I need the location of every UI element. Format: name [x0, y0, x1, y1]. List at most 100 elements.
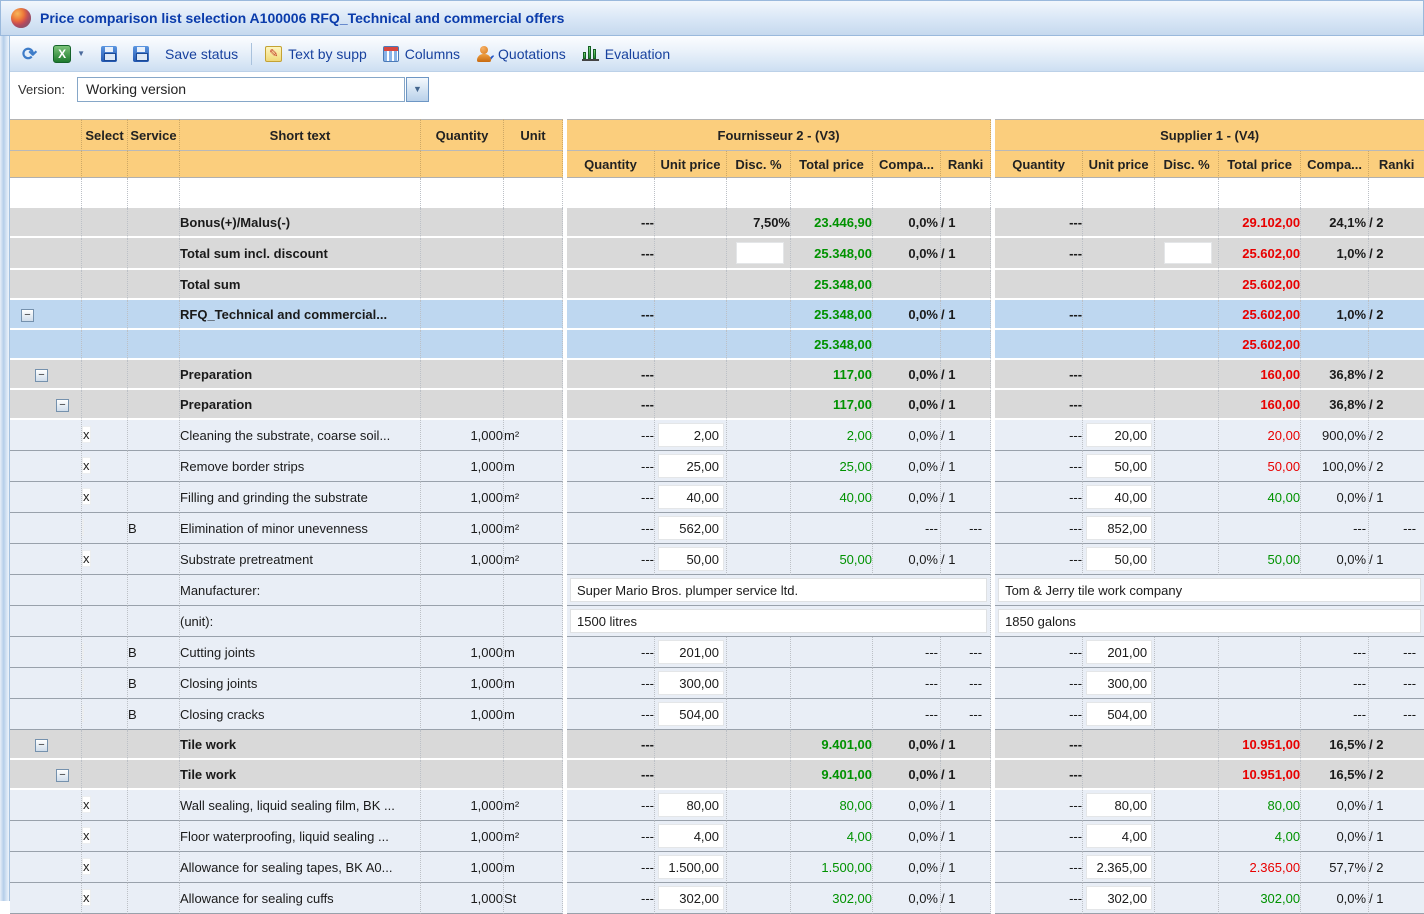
- offer-discount-cell: [1155, 178, 1219, 208]
- select-checkbox[interactable]: x: [82, 488, 91, 505]
- table-row-group: −Tile work---9.401,000,0%/ 1---10.951,00…: [10, 730, 1424, 760]
- export-excel-button[interactable]: X ▼: [45, 42, 93, 66]
- evaluation-button[interactable]: Evaluation: [574, 43, 678, 65]
- offer-comparison-cell: ---: [1301, 668, 1369, 699]
- save-status-label: Save status: [165, 46, 238, 62]
- offer-unit-price-cell: 302,00: [655, 883, 727, 914]
- offer-discount-cell: [1155, 821, 1219, 852]
- short-text-cell: Manufacturer:: [180, 575, 421, 606]
- offer-discount-cell: [1155, 668, 1219, 699]
- select-checkbox[interactable]: x: [82, 827, 91, 844]
- unit-price-input[interactable]: 20,00: [1086, 423, 1152, 447]
- offer-comparison-cell: 0,0%: [873, 482, 941, 513]
- unit-price-input[interactable]: 50,00: [658, 547, 724, 571]
- unit-price-input[interactable]: 201,00: [658, 640, 724, 664]
- offer-rank-cell: [941, 330, 991, 360]
- select-checkbox[interactable]: [82, 705, 84, 722]
- unit-price-input[interactable]: 300,00: [1086, 671, 1152, 695]
- unit-price-input[interactable]: 25,00: [658, 454, 724, 478]
- version-dropdown-button[interactable]: ▼: [406, 77, 429, 102]
- offer-rank-cell: / 1: [941, 208, 991, 238]
- offer-quantity-cell: [567, 330, 655, 360]
- select-checkbox[interactable]: x: [82, 889, 91, 906]
- offer-comparison-cell: 0,0%: [873, 821, 941, 852]
- unit-price-input[interactable]: 562,00: [658, 516, 724, 540]
- unit-cell: [504, 606, 563, 637]
- collapse-toggle-icon[interactable]: −: [56, 769, 69, 782]
- unit-price-input[interactable]: 201,00: [1086, 640, 1152, 664]
- unit-price-input[interactable]: 504,00: [1086, 702, 1152, 726]
- unit-price-input[interactable]: 302,00: [658, 886, 724, 910]
- offer-quantity-cell: ---: [995, 544, 1083, 575]
- offer-total-price-cell: 50,00: [1219, 544, 1301, 575]
- offer-discount-cell: [727, 178, 791, 208]
- manufacturer-text-input-supplier1[interactable]: 1500 litres: [570, 609, 987, 633]
- manufacturer-text-input-supplier1[interactable]: Super Mario Bros. plumper service ltd.: [570, 578, 987, 602]
- select-checkbox[interactable]: x: [82, 550, 91, 567]
- text-note-icon: ✎: [265, 46, 282, 62]
- text-by-supplier-button[interactable]: ✎ Text by supp: [257, 43, 375, 65]
- offer-discount-cell: [1155, 760, 1219, 790]
- offer-unit-price-cell: [655, 300, 727, 330]
- offer-total-price-cell: 2.365,00: [1219, 852, 1301, 883]
- collapse-toggle-icon[interactable]: −: [35, 369, 48, 382]
- collapse-toggle-icon[interactable]: −: [21, 309, 34, 322]
- offer-unit-price-cell: 2.365,00: [1083, 852, 1155, 883]
- unit-price-input[interactable]: 4,00: [1086, 824, 1152, 848]
- select-checkbox[interactable]: [82, 643, 84, 660]
- version-input[interactable]: [77, 77, 405, 102]
- total-price-value: 2.365,00: [1249, 860, 1300, 875]
- manufacturer-text-input-supplier2[interactable]: Tom & Jerry tile work company: [998, 578, 1421, 602]
- select-checkbox[interactable]: [82, 674, 84, 691]
- hierarchy-cell: [10, 790, 82, 821]
- header-supplier-group-2: Supplier 1 - (V4): [995, 119, 1424, 151]
- unit-price-input[interactable]: 80,00: [658, 793, 724, 817]
- offer-unit-price-cell: [655, 330, 727, 360]
- unit-price-input[interactable]: 504,00: [658, 702, 724, 726]
- quantity-cell: [421, 606, 504, 637]
- columns-button[interactable]: Columns: [375, 43, 468, 65]
- unit-price-input[interactable]: 40,00: [658, 485, 724, 509]
- unit-price-input[interactable]: 50,00: [1086, 454, 1152, 478]
- offer-discount-cell: [1155, 790, 1219, 821]
- offer-rank-cell: / 1: [941, 730, 991, 760]
- select-checkbox[interactable]: [82, 519, 84, 536]
- select-checkbox[interactable]: x: [82, 796, 91, 813]
- discount-input[interactable]: [736, 242, 784, 264]
- unit-price-input[interactable]: 2.365,00: [1086, 855, 1152, 879]
- collapse-toggle-icon[interactable]: −: [56, 399, 69, 412]
- unit-price-input[interactable]: 302,00: [1086, 886, 1152, 910]
- total-price-value: 25.348,00: [814, 337, 872, 352]
- offer-unit-price-cell: [655, 390, 727, 420]
- save-as-button[interactable]: [125, 43, 157, 65]
- unit-price-input[interactable]: 1.500,00: [658, 855, 724, 879]
- unit-price-input[interactable]: 852,00: [1086, 516, 1152, 540]
- offer-comparison-cell: 0,0%: [873, 390, 941, 420]
- quotations-button[interactable]: ✔ Quotations: [468, 43, 574, 65]
- select-checkbox[interactable]: x: [82, 858, 91, 875]
- select-checkbox[interactable]: x: [82, 457, 91, 474]
- unit-price-input[interactable]: 80,00: [1086, 793, 1152, 817]
- unit-price-input[interactable]: 50,00: [1086, 547, 1152, 571]
- collapse-toggle-icon[interactable]: −: [35, 739, 48, 752]
- discount-input[interactable]: [1164, 242, 1212, 264]
- offer-unit-price-cell: [1083, 730, 1155, 760]
- total-price-value: 25.602,00: [1242, 337, 1300, 352]
- save-button[interactable]: [93, 43, 125, 65]
- manufacturer-text-input-supplier2[interactable]: 1850 galons: [998, 609, 1421, 633]
- table-row-item: BClosing cracks1,000m---504,00---------5…: [10, 699, 1424, 730]
- offer-quantity-cell: ---: [995, 300, 1083, 330]
- offer-total-price-cell: 9.401,00: [791, 730, 873, 760]
- unit-price-input[interactable]: 40,00: [1086, 485, 1152, 509]
- refresh-button[interactable]: ⟳: [14, 42, 45, 66]
- header-row-columns: QuantityUnit priceDisc. %Total priceComp…: [10, 151, 1424, 178]
- save-status-button[interactable]: Save status: [157, 43, 246, 65]
- offer-comparison-cell: 0,0%: [1301, 883, 1369, 914]
- total-price-value: 117,00: [833, 397, 872, 412]
- unit-price-input[interactable]: 4,00: [658, 824, 724, 848]
- select-checkbox[interactable]: x: [82, 426, 91, 443]
- unit-price-input[interactable]: 2,00: [658, 423, 724, 447]
- offer-unit-price-cell: 4,00: [655, 821, 727, 852]
- unit-price-input[interactable]: 300,00: [658, 671, 724, 695]
- offer-comparison-cell: 1,0%: [1301, 300, 1369, 330]
